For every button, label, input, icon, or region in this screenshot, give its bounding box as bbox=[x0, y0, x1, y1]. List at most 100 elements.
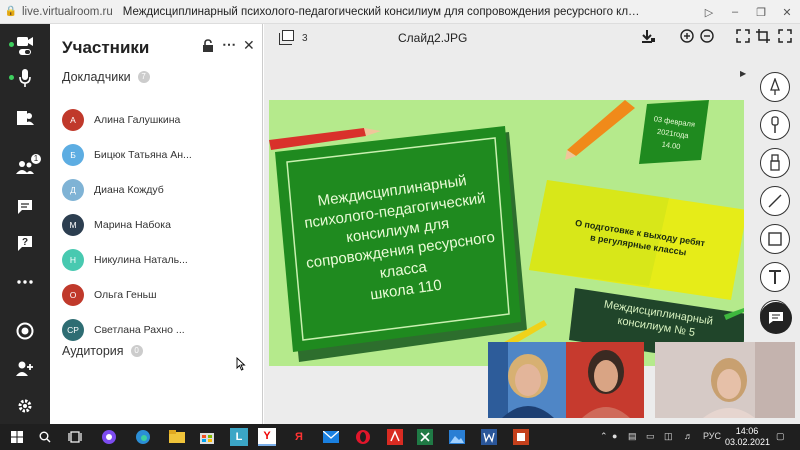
store-icon[interactable] bbox=[198, 428, 216, 446]
camera-button[interactable] bbox=[0, 30, 50, 60]
participant-row[interactable]: Н Никулина Наталь... bbox=[62, 247, 252, 273]
acrobat-icon[interactable] bbox=[386, 428, 404, 446]
participants-button[interactable] bbox=[0, 103, 50, 133]
participant-row[interactable]: О Ольга Геньш bbox=[62, 282, 252, 308]
audience-section[interactable]: Аудитория 0 bbox=[62, 344, 143, 358]
rectangle-tool[interactable] bbox=[760, 224, 790, 254]
clock-time: 14:06 bbox=[735, 426, 759, 436]
screen: 🔒 live.virtualroom.ru Междисциплинарный … bbox=[0, 0, 800, 450]
marker-tool[interactable] bbox=[760, 148, 790, 178]
window-controls: ▷ – ❐ ✕ bbox=[696, 0, 800, 24]
speakers-count: 7 bbox=[137, 71, 150, 83]
excel-icon[interactable] bbox=[416, 428, 434, 446]
display-icon[interactable]: ▭ bbox=[646, 431, 655, 442]
powerpoint-icon[interactable] bbox=[512, 428, 530, 446]
yandex-browser-icon[interactable]: Y bbox=[258, 428, 276, 446]
presentation-area: 3 Слайд2.JPG ▶ Междисциплинарный психоло… bbox=[264, 24, 800, 424]
clock-date: 03.02.2021 bbox=[725, 437, 771, 447]
chat-icon bbox=[18, 200, 32, 214]
video-person-3 bbox=[655, 342, 795, 418]
avatar: Д bbox=[62, 179, 84, 201]
brush-icon bbox=[771, 116, 779, 133]
panel-title: Участники bbox=[62, 38, 150, 57]
add-user-button[interactable] bbox=[0, 353, 50, 383]
chat-rail-button[interactable] bbox=[0, 192, 50, 222]
video-person-1 bbox=[488, 342, 566, 418]
camera-status-icon[interactable]: ▷ bbox=[696, 6, 722, 19]
restore-icon[interactable]: ❐ bbox=[748, 6, 774, 19]
text-icon bbox=[769, 270, 781, 284]
clock[interactable]: 14:06 03.02.2021 bbox=[725, 426, 771, 448]
video-tile-1[interactable] bbox=[488, 342, 566, 418]
panel-more-icon[interactable]: ⋯ bbox=[222, 36, 236, 53]
network-icon[interactable]: ▤ bbox=[628, 431, 637, 442]
lock-icon: 🔒 bbox=[4, 6, 18, 17]
zoom-in-icon[interactable] bbox=[680, 29, 694, 46]
microphone-button[interactable] bbox=[0, 63, 50, 93]
download-icon[interactable] bbox=[641, 29, 655, 46]
fullscreen-icon[interactable] bbox=[778, 29, 792, 46]
close-window-icon[interactable]: ✕ bbox=[774, 6, 800, 19]
browser-titlebar: 🔒 live.virtualroom.ru Междисциплинарный … bbox=[0, 0, 800, 24]
keyboard-language[interactable]: РУС bbox=[703, 431, 721, 441]
speakers-section[interactable]: Докладчики 7 bbox=[62, 70, 150, 84]
windows-start-icon[interactable] bbox=[8, 428, 26, 446]
expand-arrow-icon[interactable]: ▶ bbox=[740, 69, 746, 78]
lock-panel-icon[interactable] bbox=[202, 39, 214, 56]
minimize-icon[interactable]: – bbox=[722, 6, 748, 18]
avatar: Б bbox=[62, 144, 84, 166]
crop-icon[interactable] bbox=[756, 29, 770, 46]
search-icon[interactable] bbox=[36, 428, 54, 446]
avatar: Н bbox=[62, 249, 84, 271]
photos-icon[interactable] bbox=[448, 428, 466, 446]
users-button[interactable]: 1 bbox=[0, 152, 50, 182]
word-icon[interactable] bbox=[480, 428, 498, 446]
explorer-icon[interactable] bbox=[168, 428, 186, 446]
avatar: М bbox=[62, 214, 84, 236]
yandex-icon[interactable]: Я bbox=[290, 428, 308, 446]
left-rail: 1 ? bbox=[0, 24, 50, 424]
video-tile-3[interactable] bbox=[655, 342, 795, 418]
opera-icon[interactable] bbox=[354, 428, 372, 446]
more-button[interactable] bbox=[0, 267, 50, 297]
svg-text:?: ? bbox=[22, 237, 28, 248]
brush-tool[interactable] bbox=[760, 110, 790, 140]
volume-icon[interactable]: ♬ bbox=[684, 431, 693, 441]
zoom-out-icon[interactable] bbox=[700, 29, 714, 46]
tray-up-icon[interactable]: ⌃ bbox=[600, 431, 608, 442]
slide-graphics: Междисциплинарный психолого-педагогическ… bbox=[269, 100, 744, 366]
edge-icon[interactable] bbox=[134, 428, 152, 446]
participant-row[interactable]: СР Светлана Рахно ... bbox=[62, 317, 252, 343]
question-button[interactable]: ? bbox=[0, 228, 50, 258]
panel-close-icon[interactable]: ✕ bbox=[243, 37, 255, 54]
settings-button[interactable] bbox=[0, 391, 50, 421]
fit-screen-icon[interactable] bbox=[736, 29, 750, 46]
tray-app-icon[interactable]: ● bbox=[612, 431, 617, 441]
chat-bubble-icon bbox=[769, 312, 783, 324]
slides-icon[interactable] bbox=[279, 30, 294, 45]
audience-count: 0 bbox=[130, 345, 143, 357]
browser-url[interactable]: live.virtualroom.ru bbox=[22, 6, 113, 18]
line-tool[interactable] bbox=[760, 186, 790, 216]
video-tile-2[interactable] bbox=[566, 342, 644, 418]
slides-count: 3 bbox=[302, 33, 308, 44]
participant-row[interactable]: Д Диана Кождуб bbox=[62, 177, 252, 203]
alice-icon[interactable] bbox=[100, 428, 118, 446]
task-view-icon[interactable] bbox=[66, 428, 84, 446]
l-app-icon[interactable]: L bbox=[230, 428, 248, 446]
avatar: О bbox=[62, 284, 84, 306]
notifications-icon[interactable]: ▢ bbox=[776, 431, 785, 442]
mail-icon[interactable] bbox=[322, 428, 340, 446]
chat-float-button[interactable] bbox=[760, 302, 792, 334]
participant-name: Марина Набока bbox=[94, 219, 171, 231]
participant-row[interactable]: Б Бицюк Татьяна Ан... bbox=[62, 142, 252, 168]
pencil-tool[interactable] bbox=[760, 72, 790, 102]
text-tool[interactable] bbox=[760, 262, 790, 292]
participant-row[interactable]: М Марина Набока bbox=[62, 212, 252, 238]
battery-icon[interactable]: ◫ bbox=[664, 431, 673, 442]
video-person-2 bbox=[566, 342, 644, 418]
record-button[interactable] bbox=[0, 316, 50, 346]
users-badge: 1 bbox=[31, 154, 41, 164]
participant-row[interactable]: А Алина Галушкина bbox=[62, 107, 252, 133]
pencil-icon bbox=[770, 78, 780, 95]
